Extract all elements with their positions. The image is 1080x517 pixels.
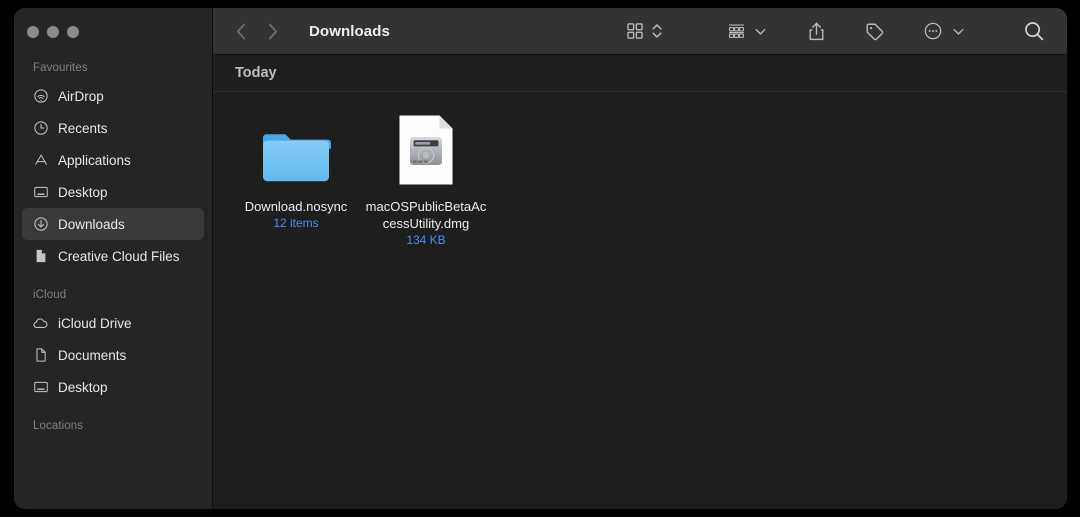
sidebar-item-icloud-drive[interactable]: iCloud Drive: [22, 307, 204, 339]
folder-icon: [260, 114, 332, 186]
airdrop-icon: [32, 88, 49, 105]
desktop-icon: [32, 184, 49, 201]
sidebar-item-applications[interactable]: Applications: [22, 144, 204, 176]
sidebar-item-label: Desktop: [58, 184, 108, 200]
sidebar-item-desktop[interactable]: Desktop: [22, 176, 204, 208]
forward-button[interactable]: [266, 22, 279, 41]
maximize-button[interactable]: [67, 25, 79, 38]
sidebar-item-desktop-icloud[interactable]: Desktop: [22, 371, 204, 403]
sidebar: Favourites AirDrop Recents Applications …: [14, 8, 213, 509]
file-item[interactable]: macOSPublicBetaAccessUtility.dmg 134 KB: [361, 114, 491, 247]
navigation-buttons: [235, 22, 279, 41]
sidebar-item-label: Recents: [58, 120, 108, 136]
back-button[interactable]: [235, 22, 248, 41]
document-outline-icon: [32, 347, 49, 364]
view-controls: [622, 21, 663, 41]
chevron-down-icon[interactable]: [952, 25, 965, 38]
grid-view-icon[interactable]: [622, 22, 648, 40]
more-control: [919, 21, 965, 41]
sidebar-section-locations-title: Locations: [33, 420, 84, 432]
clock-icon: [32, 120, 49, 137]
sidebar-item-label: Documents: [58, 347, 127, 363]
traffic-light-buttons: [14, 8, 212, 55]
group-header-today: Today: [213, 55, 1067, 92]
search-button[interactable]: [1019, 20, 1049, 42]
cloud-icon: [32, 315, 49, 332]
tag-button[interactable]: [860, 21, 889, 42]
file-meta: 134 KB: [406, 233, 446, 247]
applications-icon: [32, 152, 49, 169]
chevron-down-icon[interactable]: [754, 25, 767, 38]
file-meta: 12 items: [273, 216, 319, 230]
group-by-control: [723, 22, 767, 41]
sidebar-item-airdrop[interactable]: AirDrop: [22, 80, 204, 112]
finder-window: Favourites AirDrop Recents Applications …: [14, 8, 1067, 509]
chevron-up-down-icon[interactable]: [651, 21, 663, 41]
file-grid: Download.nosync 12 items macOSPublicBeta…: [213, 92, 1067, 509]
sidebar-item-label: Applications: [58, 152, 131, 168]
downloads-icon: [32, 216, 49, 233]
sidebar-item-label: Desktop: [58, 379, 108, 395]
group-by-icon[interactable]: [723, 22, 750, 41]
minimize-button[interactable]: [47, 25, 59, 38]
file-name: macOSPublicBetaAccessUtility.dmg: [365, 199, 487, 231]
share-button[interactable]: [803, 21, 830, 42]
file-item[interactable]: Download.nosync 12 items: [231, 114, 361, 247]
ellipsis-circle-icon[interactable]: [919, 21, 947, 41]
main-panel: Downloads Today Download.nosync 12 items…: [213, 8, 1067, 509]
file-name: Download.nosync: [244, 199, 348, 214]
sidebar-item-label: Downloads: [58, 216, 125, 232]
toolbar: Downloads: [213, 8, 1067, 55]
sidebar-item-label: AirDrop: [58, 88, 104, 104]
window-title: Downloads: [309, 22, 390, 40]
dmg-disk-image-icon: [398, 114, 454, 186]
desktop-icon: [32, 379, 49, 396]
close-button[interactable]: [27, 25, 39, 38]
document-icon: [32, 248, 49, 265]
sidebar-item-label: iCloud Drive: [58, 315, 132, 331]
sidebar-item-label: Creative Cloud Files: [58, 248, 180, 264]
sidebar-section-favourites-title: Favourites: [33, 62, 88, 74]
sidebar-section-icloud-title: iCloud: [33, 289, 67, 301]
sidebar-item-documents[interactable]: Documents: [22, 339, 204, 371]
sidebar-item-creative-cloud-files[interactable]: Creative Cloud Files: [22, 240, 204, 272]
sidebar-item-recents[interactable]: Recents: [22, 112, 204, 144]
sidebar-item-downloads[interactable]: Downloads: [22, 208, 204, 240]
